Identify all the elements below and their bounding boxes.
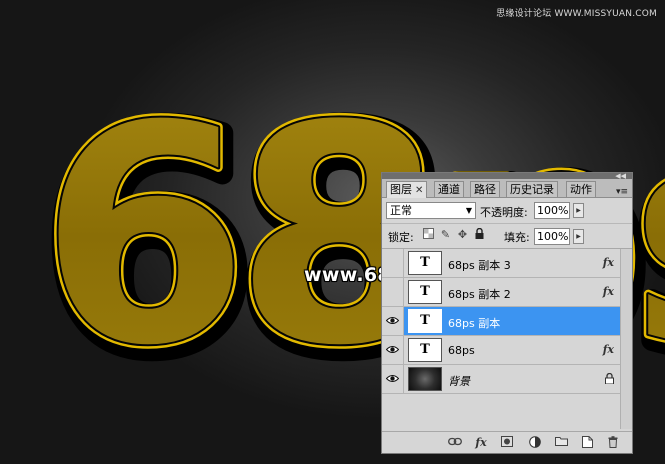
- visibility-toggle[interactable]: [382, 249, 404, 277]
- new-layer-icon[interactable]: [580, 436, 594, 449]
- lock-transparency-icon[interactable]: [422, 228, 435, 242]
- layer-name[interactable]: 背景: [448, 373, 470, 389]
- mask-icon[interactable]: [500, 436, 514, 449]
- layer-row[interactable]: T 68ps fx ▼: [382, 336, 630, 365]
- panel-menu-icon[interactable]: ▾≡: [616, 187, 628, 197]
- visibility-toggle[interactable]: [382, 307, 404, 335]
- blend-mode-value: 正常: [390, 204, 412, 217]
- fill-label: 填充:: [504, 231, 530, 244]
- lock-row: 锁定: ✎ ✥ 填充: 100% ▶: [382, 224, 632, 249]
- layer-name[interactable]: 68ps 副本 3: [448, 257, 511, 273]
- visibility-toggle[interactable]: [382, 278, 404, 306]
- layer-row[interactable]: T 68ps 副本 3 fx ▼: [382, 249, 630, 278]
- layers-panel: ◀◀ 图层 ✕ 通道 路径 历史记录 动作 ▾≡ 正常 ▼ 不透明度: 100% …: [381, 172, 633, 454]
- layer-name[interactable]: 68ps: [448, 344, 475, 357]
- text-layer-thumbnail: T: [408, 338, 442, 362]
- layer-list: T 68ps 副本 3 fx ▼ T 68ps 副本 2 fx ▼ T 68ps…: [382, 249, 632, 429]
- fill-slider-toggle[interactable]: ▶: [573, 229, 584, 244]
- fx-icon[interactable]: fx: [474, 436, 488, 449]
- dropdown-arrow-icon: ▼: [465, 206, 472, 215]
- eye-icon: [386, 375, 399, 382]
- layer-row[interactable]: T 68ps 副本 2 fx ▼: [382, 278, 630, 307]
- panel-bottom-toolbar: fx: [382, 431, 632, 453]
- visibility-toggle[interactable]: [382, 336, 404, 364]
- group-icon[interactable]: [554, 436, 568, 449]
- opacity-input[interactable]: 100%: [534, 202, 570, 219]
- eye-icon: [386, 317, 399, 324]
- tab-actions[interactable]: 动作: [566, 181, 596, 197]
- panel-tab-bar: 图层 ✕ 通道 路径 历史记录 动作 ▾≡: [382, 179, 632, 198]
- blend-row: 正常 ▼ 不透明度: 100% ▶: [382, 198, 632, 224]
- fill-input[interactable]: 100%: [534, 228, 570, 245]
- tab-label: 动作: [570, 183, 592, 196]
- fx-icon[interactable]: fx: [603, 285, 614, 298]
- tab-label: 通道: [438, 183, 460, 196]
- lock-all-icon[interactable]: [473, 227, 486, 242]
- background-layer-thumbnail: [408, 367, 442, 391]
- adjustment-icon[interactable]: [528, 436, 542, 449]
- layer-name[interactable]: 68ps 副本: [448, 315, 500, 331]
- tab-label: 路径: [474, 183, 496, 196]
- layer-row-selected[interactable]: T 68ps 副本: [382, 307, 620, 336]
- blend-mode-select[interactable]: 正常 ▼: [386, 202, 476, 219]
- trash-icon[interactable]: [606, 436, 620, 449]
- link-icon[interactable]: [448, 436, 462, 449]
- tab-history[interactable]: 历史记录: [506, 181, 558, 197]
- text-layer-thumbnail: T: [408, 251, 442, 275]
- tab-label: 历史记录: [510, 183, 554, 196]
- fx-icon[interactable]: fx: [603, 343, 614, 356]
- lock-label: 锁定:: [388, 231, 414, 244]
- text-layer-thumbnail: T: [408, 309, 442, 333]
- tab-paths[interactable]: 路径: [470, 181, 500, 197]
- opacity-label: 不透明度:: [480, 206, 528, 219]
- lock-icon: [605, 373, 614, 384]
- close-icon[interactable]: ✕: [415, 185, 423, 196]
- text-layer-thumbnail: T: [408, 280, 442, 304]
- layer-list-scrollbar[interactable]: [620, 249, 632, 429]
- tab-channels[interactable]: 通道: [434, 181, 464, 197]
- eye-icon: [386, 346, 399, 353]
- fx-icon[interactable]: fx: [603, 256, 614, 269]
- tab-label: 图层: [390, 183, 412, 196]
- layer-name[interactable]: 68ps 副本 2: [448, 286, 511, 302]
- visibility-toggle[interactable]: [382, 365, 404, 393]
- lock-position-icon[interactable]: ✥: [456, 228, 469, 242]
- tab-layers[interactable]: 图层 ✕: [386, 181, 428, 198]
- lock-pixels-icon[interactable]: ✎: [439, 228, 452, 242]
- opacity-slider-toggle[interactable]: ▶: [573, 203, 584, 218]
- watermark-text: 思缘设计论坛 WWW.MISSYUAN.COM: [496, 9, 657, 19]
- layer-row[interactable]: 背景: [382, 365, 620, 394]
